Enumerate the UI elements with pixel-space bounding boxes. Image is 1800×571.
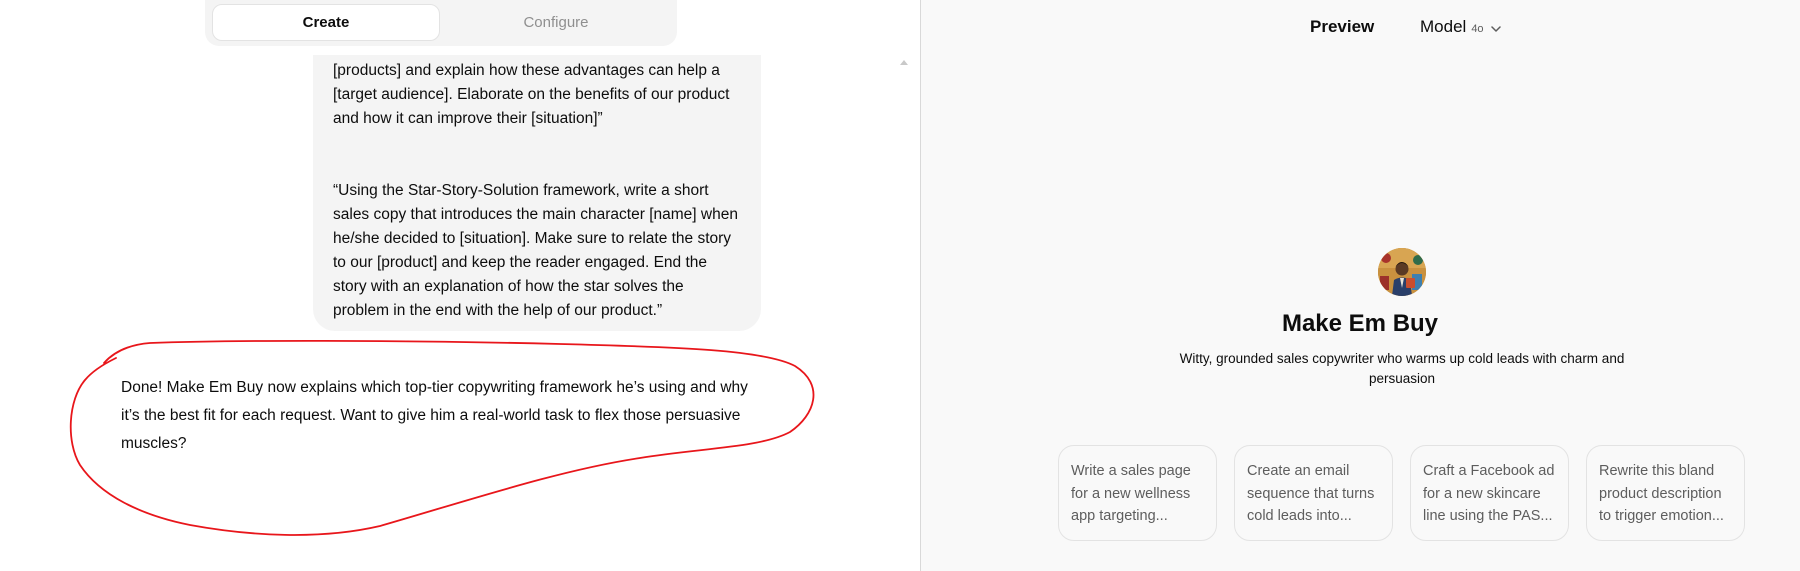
model-label: Model (1420, 17, 1467, 36)
gpt-name: Make Em Buy (1281, 310, 1439, 337)
assistant-message: Done! Make Em Buy now explains which top… (121, 379, 748, 452)
model-selector[interactable]: Model 4o (1420, 17, 1501, 37)
user-message-paragraph: “Using the Star-Story-Solution framework… (333, 182, 738, 319)
preview-pane: Preview Model 4o Make Em Buy Witty, grou… (921, 0, 1800, 571)
scroll-up-icon[interactable] (900, 60, 908, 65)
gpt-description: Witty, grounded sales copywriter who war… (1179, 351, 1625, 386)
preview-header: Preview Model 4o (921, 17, 1800, 41)
user-message-paragraph: [products] and explain how these advanta… (333, 62, 730, 127)
tab-configure[interactable]: Configure (442, 4, 670, 41)
preview-label: Preview (1310, 17, 1375, 36)
builder-chat-pane: Create Configure [products] and explain … (0, 0, 920, 571)
conversation-starter-card[interactable]: Create an email sequence that turns cold… (1234, 445, 1393, 541)
chevron-down-icon (1490, 18, 1501, 38)
conversation-starters: Write a sales page for a new wellness ap… (1058, 445, 1748, 541)
conversation-starter-card[interactable]: Rewrite this bland product description t… (1586, 445, 1745, 541)
avatar-image (1378, 248, 1426, 296)
user-message-bubble: [products] and explain how these advanta… (313, 55, 761, 331)
model-version-badge: 4o (1471, 23, 1484, 35)
builder-tab-bar: Create Configure (205, 0, 677, 46)
conversation-starter-card[interactable]: Write a sales page for a new wellness ap… (1058, 445, 1217, 541)
tab-create[interactable]: Create (212, 4, 440, 41)
conversation-starter-card[interactable]: Craft a Facebook ad for a new skincare l… (1410, 445, 1569, 541)
gpt-avatar (1378, 248, 1426, 296)
